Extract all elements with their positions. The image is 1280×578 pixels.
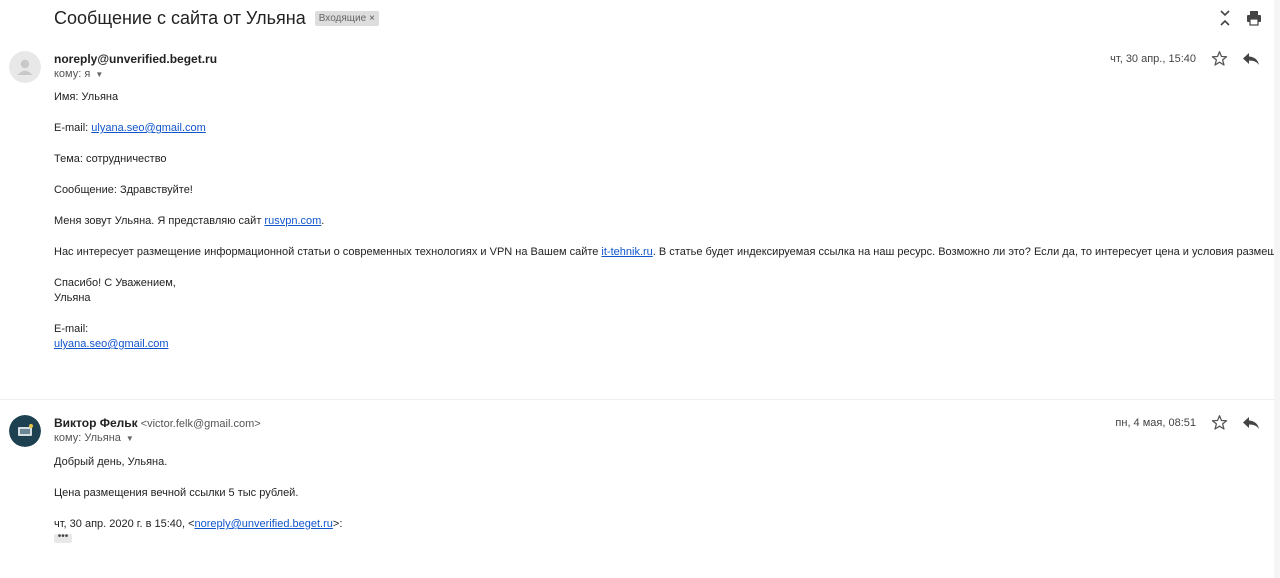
- quote-text: чт, 30 апр. 2020 г. в 15:40, <: [54, 518, 195, 530]
- inbox-label[interactable]: Входящие ×: [314, 10, 380, 26]
- body-topic-line: Тема: сотрудничество: [54, 153, 167, 165]
- recipients[interactable]: кому: я ▼: [54, 68, 103, 80]
- body-sign-email-label: E-mail:: [54, 323, 89, 335]
- request-text: Нас интересует размещение информационной…: [54, 246, 602, 258]
- body-email-line: E-mail: ulyana.seo@gmail.com: [54, 121, 206, 135]
- intro-end: .: [321, 215, 325, 227]
- request-end: . В статье будет индексируемая ссылка на…: [652, 246, 1280, 258]
- sender-email: <victor.felk@gmail.com>: [140, 418, 261, 430]
- body-thanks-line: Спасибо! С Уважением,: [54, 277, 176, 289]
- site-link[interactable]: rusvpn.com: [264, 215, 321, 227]
- chevron-down-icon[interactable]: ▼: [126, 434, 134, 443]
- quote-header: чт, 30 апр. 2020 г. в 15:40, <noreply@un…: [54, 517, 342, 531]
- sender[interactable]: Виктор Фельк <victor.felk@gmail.com>: [54, 416, 261, 430]
- sender-name: Виктор Фельк: [54, 416, 138, 430]
- message-divider: [0, 399, 1280, 400]
- default-avatar: [9, 51, 41, 83]
- quote-end: >:: [332, 518, 343, 530]
- body-request-line: Нас интересует размещение информационной…: [54, 245, 1280, 259]
- email-label: E-mail:: [54, 122, 92, 134]
- star-icon[interactable]: [1211, 50, 1228, 67]
- sender[interactable]: noreply@unverified.beget.ru: [54, 52, 220, 66]
- body-sign-email: ulyana.seo@gmail.com: [54, 337, 169, 351]
- remove-label-icon[interactable]: ×: [369, 12, 375, 25]
- email-link[interactable]: ulyana.seo@gmail.com: [91, 122, 206, 134]
- collapse-icon[interactable]: [1215, 8, 1235, 28]
- thread-toolbar: [1215, 8, 1280, 28]
- reply-icon[interactable]: [1242, 415, 1260, 431]
- target-site-link[interactable]: it-tehnik.ru: [601, 246, 652, 258]
- chevron-down-icon[interactable]: ▼: [95, 70, 103, 79]
- inbox-label-text: Входящие: [318, 12, 367, 24]
- sender-name: noreply@unverified.beget.ru: [54, 52, 218, 66]
- subject-bar: Сообщение с сайта от Ульяна Входящие ×: [54, 6, 380, 30]
- sign-email-link[interactable]: ulyana.seo@gmail.com: [54, 338, 169, 350]
- body-message-line: Сообщение: Здравствуйте!: [54, 184, 193, 196]
- body-greeting: Добрый день, Ульяна.: [54, 456, 168, 468]
- to-line: кому: я: [54, 68, 91, 80]
- body-price-line: Цена размещения вечной ссылки 5 тыс рубл…: [54, 487, 299, 499]
- star-icon[interactable]: [1211, 414, 1228, 431]
- recipients[interactable]: кому: Ульяна ▼: [54, 432, 134, 444]
- message-date: чт, 30 апр., 15:40: [1110, 53, 1196, 65]
- to-line: кому: Ульяна: [54, 432, 121, 444]
- scrollbar-track[interactable]: [1274, 0, 1280, 578]
- body-intro-line: Меня зовут Ульяна. Я представляю сайт ru…: [54, 214, 324, 228]
- body-name-line: Имя: Ульяна: [54, 91, 119, 103]
- body-sign-name: Ульяна: [54, 292, 91, 304]
- message-date: пн, 4 мая, 08:51: [1115, 417, 1196, 429]
- show-trimmed-content-button[interactable]: •••: [54, 532, 72, 543]
- intro-text: Меня зовут Ульяна. Я представляю сайт: [54, 215, 265, 227]
- photo-avatar: [9, 415, 41, 447]
- quote-email-link[interactable]: noreply@unverified.beget.ru: [195, 518, 333, 530]
- reply-icon[interactable]: [1242, 51, 1260, 67]
- print-icon[interactable]: [1244, 8, 1264, 28]
- thread-subject: Сообщение с сайта от Ульяна: [54, 7, 306, 28]
